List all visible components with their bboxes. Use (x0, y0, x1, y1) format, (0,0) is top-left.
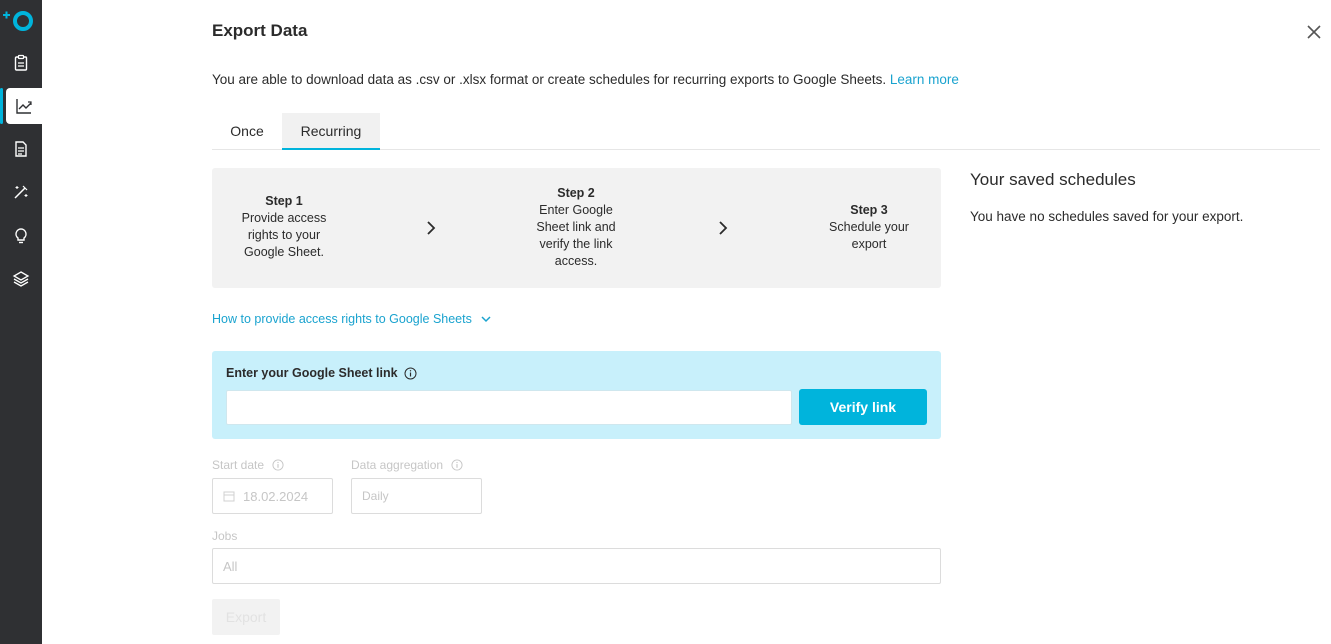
page-description: You are able to download data as .csv or… (212, 72, 959, 87)
start-date-label: Start date (212, 458, 265, 472)
step-1: Step 1 Provide access rights to your Goo… (234, 193, 334, 261)
saved-schedules-title: Your saved schedules (970, 170, 1136, 189)
sheet-link-panel: Enter your Google Sheet link Verify link (212, 351, 941, 439)
start-date-value: 18.02.2024 (243, 488, 309, 504)
sheet-link-input[interactable] (226, 390, 792, 425)
steps-panel: Step 1 Provide access rights to your Goo… (212, 168, 941, 288)
step-3-text: Schedule your export (829, 220, 909, 251)
info-icon (451, 459, 463, 471)
info-icon (272, 459, 284, 471)
step-2-text: Enter Google Sheet link and verify the l… (536, 203, 616, 268)
chevron-right-icon (427, 221, 436, 235)
app-logo-icon[interactable] (0, 6, 42, 36)
jobs-label-row: Jobs (212, 529, 237, 543)
chevron-right-icon (719, 221, 728, 235)
chevron-down-icon (481, 316, 491, 323)
jobs-select[interactable]: All (212, 548, 941, 584)
jobs-label: Jobs (212, 529, 238, 543)
close-icon (1307, 25, 1321, 39)
sidebar (0, 0, 42, 644)
layers-icon (12, 271, 30, 287)
sidebar-item-reports[interactable] (0, 131, 42, 167)
lightbulb-icon (15, 228, 27, 244)
start-date-field[interactable]: 18.02.2024 (212, 478, 333, 514)
page-title: Export Data (212, 21, 308, 40)
step-2: Step 2 Enter Google Sheet link and verif… (526, 185, 626, 270)
description-text: You are able to download data as .csv or… (212, 72, 887, 87)
calendar-icon (223, 491, 235, 502)
sidebar-item-insights[interactable] (0, 218, 42, 254)
tab-recurring[interactable]: Recurring (282, 113, 380, 150)
clipboard-icon (14, 54, 28, 71)
aggregation-value: Daily (362, 489, 389, 503)
start-date-label-row: Start date (212, 458, 284, 472)
step-3-title: Step 3 (850, 203, 888, 217)
sidebar-item-analytics[interactable] (0, 88, 42, 124)
step-1-text: Provide access rights to your Google She… (241, 211, 327, 259)
aggregation-select[interactable]: Daily (351, 478, 482, 514)
sidebar-item-magic[interactable] (0, 174, 42, 210)
sidebar-item-layers[interactable] (0, 261, 42, 297)
howto-expander[interactable]: How to provide access rights to Google S… (212, 312, 492, 326)
learn-more-link[interactable]: Learn more (890, 72, 959, 87)
close-button[interactable] (1305, 23, 1323, 41)
aggregation-label: Data aggregation (351, 458, 444, 472)
step-3: Step 3 Schedule your export (819, 202, 919, 253)
export-button[interactable]: Export (212, 599, 280, 635)
sheet-link-label: Enter your Google Sheet link (226, 366, 398, 380)
chart-icon (16, 99, 32, 114)
verify-link-button[interactable]: Verify link (799, 389, 927, 425)
tab-once[interactable]: Once (212, 113, 282, 149)
step-2-title: Step 2 (557, 186, 595, 200)
sidebar-item-clipboard[interactable] (0, 45, 42, 81)
document-icon (15, 141, 27, 157)
tab-bar: Once Recurring (212, 113, 1320, 150)
info-icon[interactable] (404, 367, 417, 380)
jobs-value: All (223, 558, 238, 574)
howto-label: How to provide access rights to Google S… (212, 312, 472, 326)
magic-wand-icon (14, 185, 28, 199)
aggregation-label-row: Data aggregation (351, 458, 463, 472)
step-1-title: Step 1 (265, 194, 303, 208)
sheet-link-label-row: Enter your Google Sheet link (226, 366, 417, 380)
saved-schedules-empty: You have no schedules saved for your exp… (970, 209, 1244, 224)
